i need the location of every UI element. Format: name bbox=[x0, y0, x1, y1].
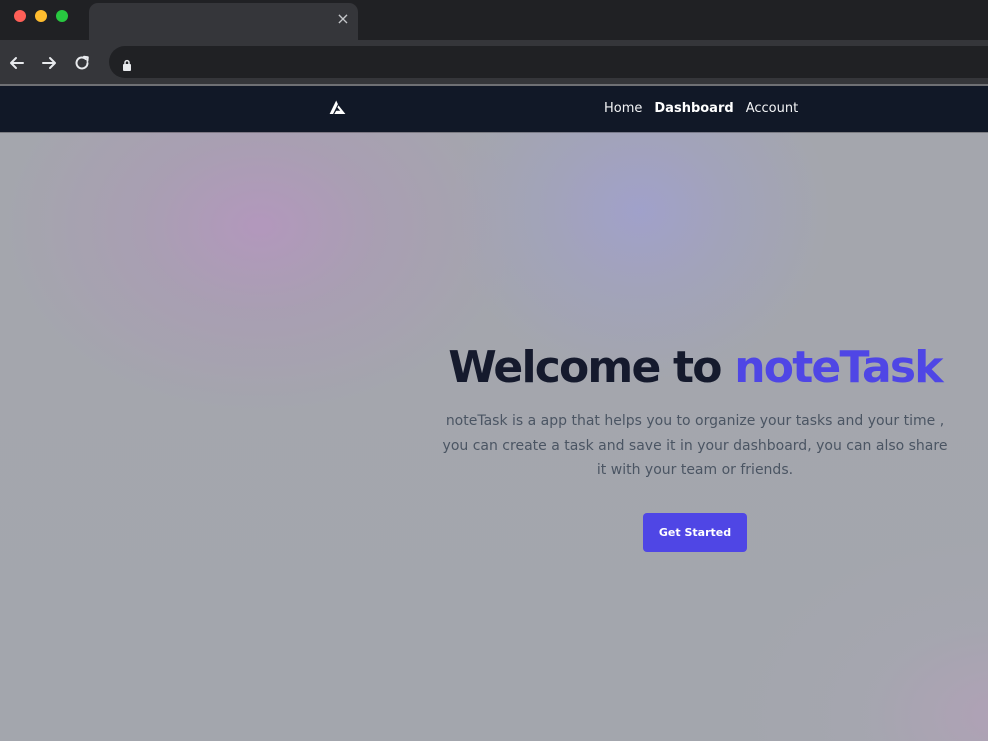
hero-title-accent: noteTask bbox=[734, 342, 943, 393]
hero-section: Welcome to noteTask noteTask is a app th… bbox=[436, 341, 954, 483]
hero-title: Welcome to noteTask bbox=[436, 341, 954, 395]
site-nav-links: Home Dashboard Account bbox=[604, 100, 798, 118]
browser-titlebar: × bbox=[0, 0, 988, 40]
site-navbar: Home Dashboard Account bbox=[0, 86, 988, 132]
reload-icon[interactable] bbox=[71, 52, 93, 74]
browser-tab[interactable]: × bbox=[89, 3, 358, 40]
lock-icon bbox=[122, 56, 132, 71]
browser-chrome: × bbox=[0, 0, 988, 86]
close-window-button[interactable] bbox=[14, 10, 26, 22]
minimize-window-button[interactable] bbox=[35, 10, 47, 22]
logo-icon[interactable] bbox=[329, 100, 346, 115]
browser-toolbar bbox=[0, 40, 988, 86]
maximize-window-button[interactable] bbox=[56, 10, 68, 22]
address-bar[interactable] bbox=[109, 46, 988, 78]
close-icon[interactable]: × bbox=[336, 11, 350, 27]
nav-link-home[interactable]: Home bbox=[604, 100, 642, 118]
back-arrow-icon[interactable] bbox=[6, 52, 28, 74]
forward-arrow-icon[interactable] bbox=[38, 52, 60, 74]
hero-description: noteTask is a app that helps you to orga… bbox=[442, 413, 948, 478]
get-started-button[interactable]: Get Started bbox=[643, 513, 747, 552]
hero-title-prefix: Welcome to bbox=[448, 342, 722, 393]
nav-link-account[interactable]: Account bbox=[746, 100, 799, 118]
nav-link-dashboard[interactable]: Dashboard bbox=[654, 100, 733, 118]
web-page: Home Dashboard Account Welcome to noteTa… bbox=[0, 86, 988, 741]
